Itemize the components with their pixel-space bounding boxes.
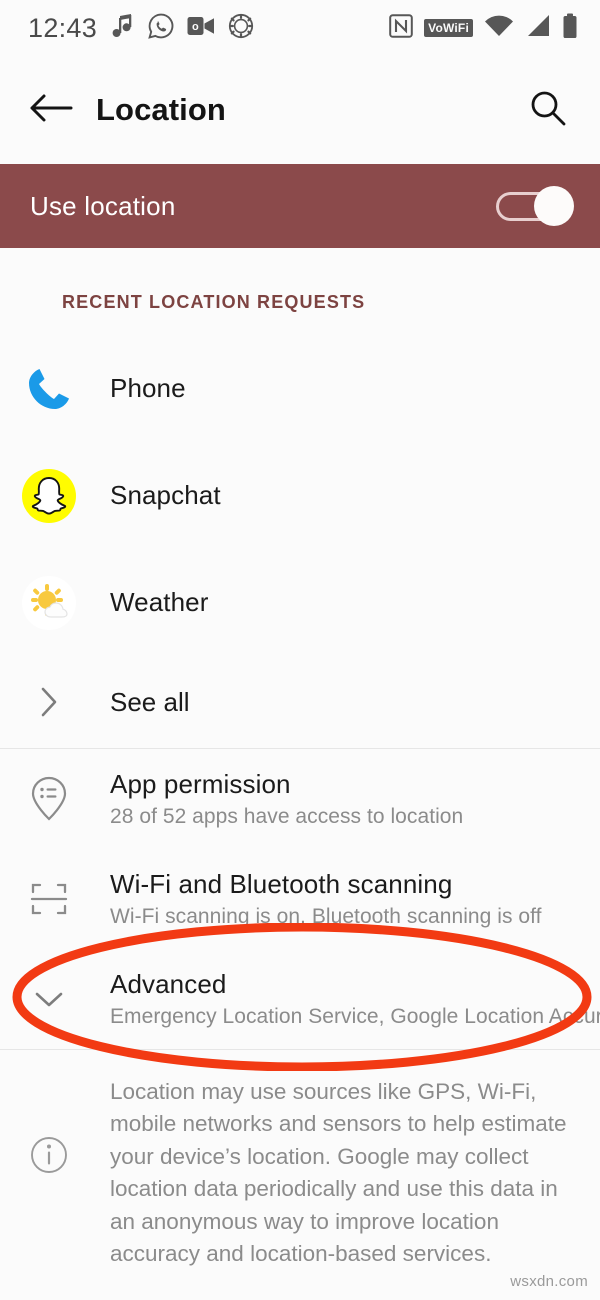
use-location-banner[interactable]: Use location <box>0 164 600 248</box>
search-icon <box>528 88 568 133</box>
setting-subtitle: Wi-Fi scanning is on, Bluetooth scanning… <box>110 904 542 928</box>
vowifi-badge: VoWiFi <box>424 19 473 37</box>
camera-shutter-icon <box>228 13 254 44</box>
use-location-toggle[interactable] <box>496 186 574 226</box>
app-label: Phone <box>110 373 186 403</box>
setting-subtitle: Emergency Location Service, Google Locat… <box>110 1004 600 1028</box>
search-button[interactable] <box>522 84 574 136</box>
setting-texts: Wi-Fi and Bluetooth scanning Wi-Fi scann… <box>110 869 542 929</box>
setting-row-advanced[interactable]: Advanced Emergency Location Service, Goo… <box>0 949 600 1049</box>
setting-title: Wi-Fi and Bluetooth scanning <box>110 869 453 900</box>
list-item[interactable]: Phone <box>0 335 600 442</box>
setting-row-wifi-bluetooth-scanning[interactable]: Wi-Fi and Bluetooth scanning Wi-Fi scann… <box>0 849 600 949</box>
svg-text:o: o <box>192 21 199 33</box>
info-icon <box>18 1124 80 1186</box>
chevron-down-icon <box>18 968 80 1030</box>
music-note-icon <box>111 13 135 44</box>
recent-requests-header: RECENT LOCATION REQUESTS <box>62 292 366 312</box>
page-title: Location <box>96 92 226 127</box>
scan-frame-icon <box>18 868 80 930</box>
status-notification-icons: o <box>111 13 254 44</box>
toggle-thumb <box>534 186 574 226</box>
setting-title: Advanced <box>110 969 227 1000</box>
setting-row-app-permission[interactable]: App permission 28 of 52 apps have access… <box>0 749 600 849</box>
app-bar: Location <box>0 56 600 164</box>
back-button[interactable] <box>24 83 78 137</box>
list-item[interactable]: Snapchat <box>0 442 600 549</box>
setting-texts: App permission 28 of 52 apps have access… <box>110 769 463 829</box>
footer-info-note: Location may use sources like GPS, Wi-Fi… <box>0 1050 600 1270</box>
status-system-icons: VoWiFi <box>389 13 578 44</box>
use-location-label: Use location <box>30 190 176 221</box>
app-label: Snapchat <box>110 480 221 510</box>
phone-screen: 12:43 o VoWiFi Location Use location REC… <box>0 0 600 1300</box>
setting-subtitle: 28 of 52 apps have access to location <box>110 804 464 828</box>
battery-icon <box>562 13 578 44</box>
app-label: Weather <box>110 587 209 617</box>
cellular-signal-icon <box>525 14 551 42</box>
see-all-row[interactable]: See all <box>0 656 600 748</box>
status-clock: 12:43 <box>28 12 98 43</box>
recent-apps-list: Phone Snapchat Weather See all <box>0 313 600 748</box>
footer-text: Location may use sources like GPS, Wi-Fi… <box>110 1079 567 1266</box>
whatsapp-icon <box>148 13 174 44</box>
weather-sun-cloud-icon <box>18 572 80 634</box>
watermark: wsxdn.com <box>510 1273 588 1290</box>
location-pin-list-icon <box>18 768 80 830</box>
arrow-left-icon <box>29 92 73 129</box>
snapchat-ghost-icon <box>18 465 80 527</box>
setting-title: App permission <box>110 769 291 800</box>
list-item[interactable]: Weather <box>0 549 600 656</box>
chevron-right-icon <box>18 671 80 733</box>
nfc-icon <box>389 13 413 43</box>
wifi-icon <box>484 14 514 42</box>
status-bar: 12:43 o VoWiFi <box>0 0 600 56</box>
see-all-label: See all <box>110 686 190 717</box>
phone-handset-icon <box>18 358 80 420</box>
setting-texts: Advanced Emergency Location Service, Goo… <box>110 969 600 1029</box>
outlook-video-icon: o <box>187 15 215 42</box>
